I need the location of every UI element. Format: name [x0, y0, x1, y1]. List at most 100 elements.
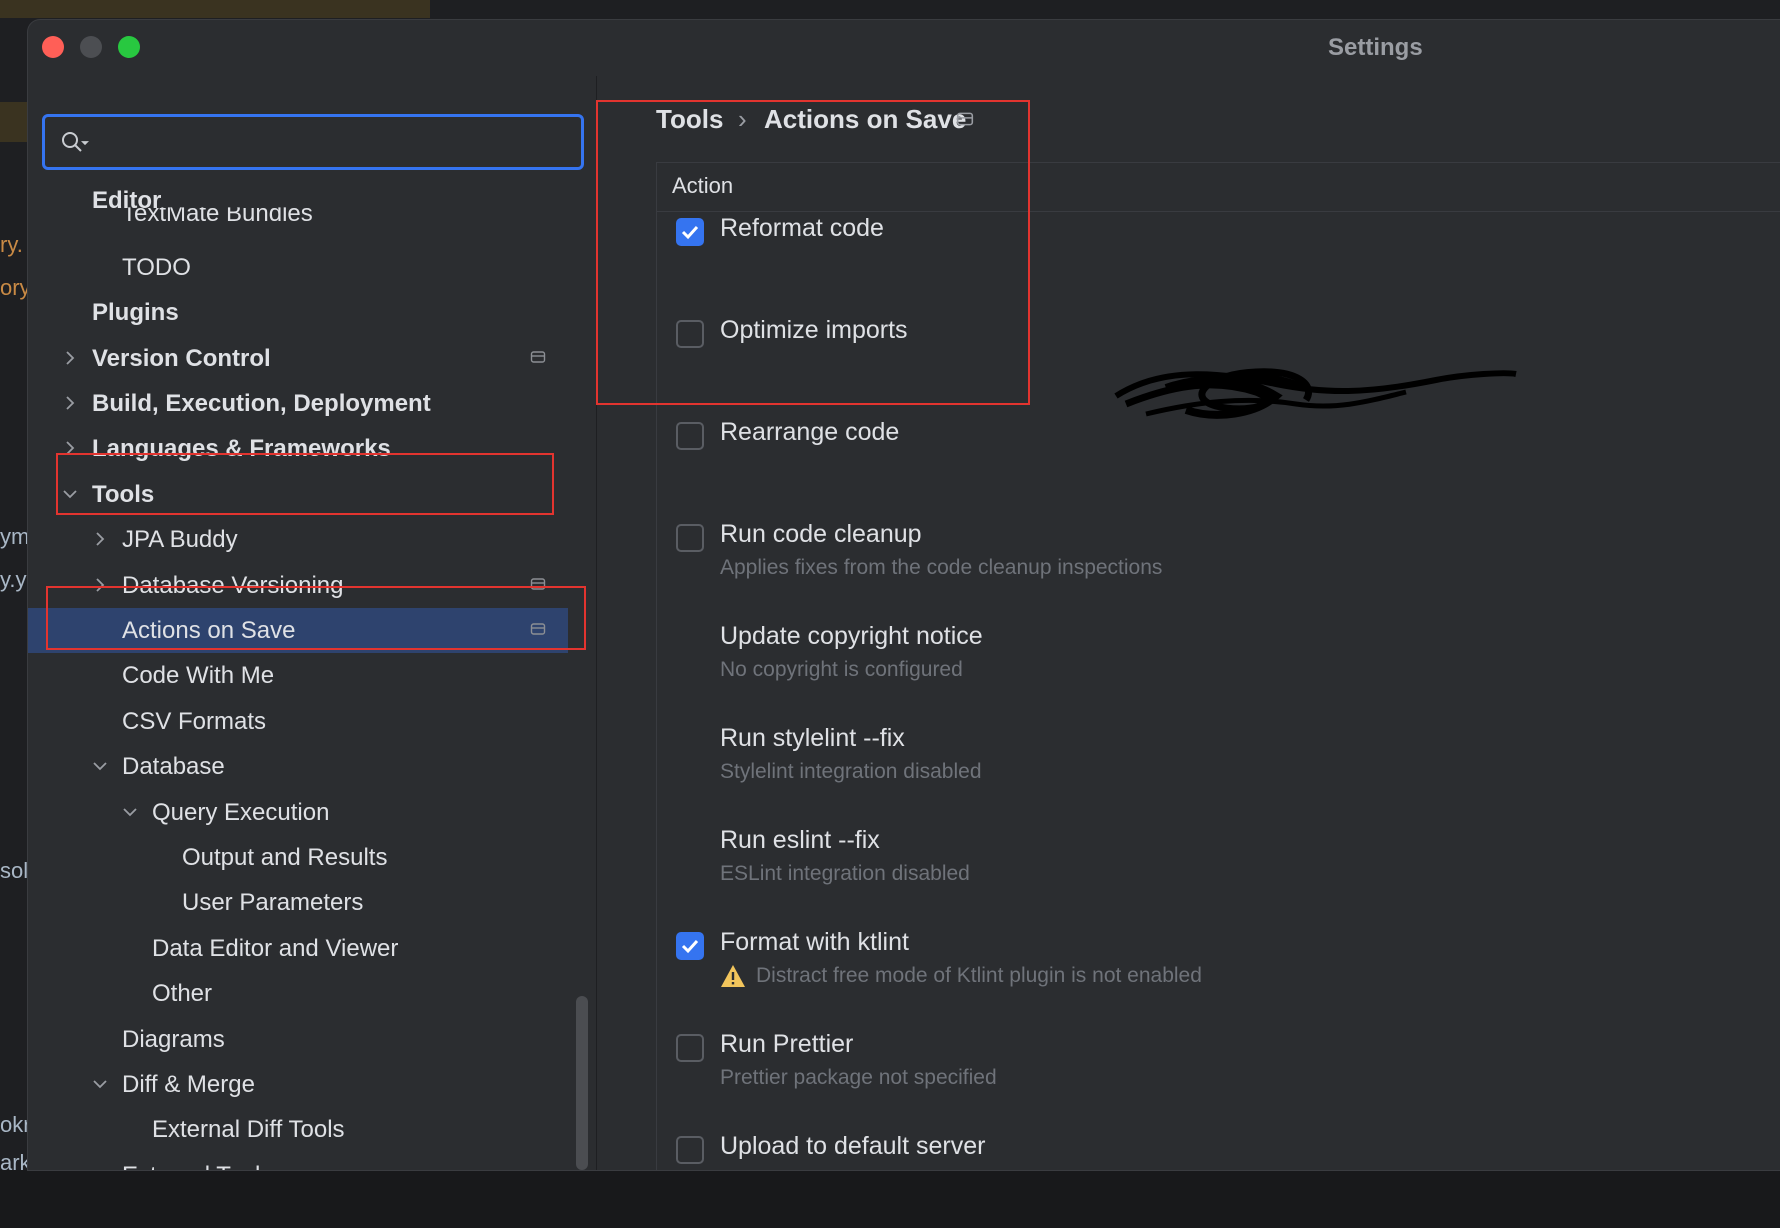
- search-options-chevron-icon[interactable]: [81, 141, 89, 146]
- tree-item-label: JPA Buddy: [122, 526, 238, 554]
- background-tab-bar: [0, 0, 1780, 22]
- tree-item-label: Actions on Save: [122, 617, 296, 644]
- background-code-fragment: ym: [0, 524, 30, 549]
- action-checkbox[interactable]: [676, 422, 704, 450]
- action-checkbox[interactable]: [676, 932, 704, 960]
- action-title[interactable]: Run eslint --fix: [720, 826, 880, 855]
- tree-item[interactable]: External Tools: [28, 1153, 568, 1170]
- action-title[interactable]: Optimize imports: [720, 316, 908, 345]
- chevron-right-icon[interactable]: [60, 348, 80, 368]
- scribble-redaction: [1114, 368, 1517, 419]
- background-code-fragment: sol: [0, 858, 29, 883]
- tree-item[interactable]: TODO: [28, 245, 568, 290]
- action-description: ESLint integration disabled: [720, 862, 970, 885]
- actions-table-header: Action: [656, 162, 1780, 212]
- action-checkbox[interactable]: [676, 218, 704, 246]
- tree-item-label: Languages & Frameworks: [92, 435, 391, 463]
- tree-item[interactable]: Code With Me: [28, 653, 568, 698]
- tree-item[interactable]: Diagrams: [28, 1017, 568, 1062]
- background-code-fragment: ry.: [0, 232, 23, 257]
- tree-item-label: External Tools: [122, 1153, 272, 1170]
- tree-item[interactable]: Query Execution: [28, 790, 568, 835]
- chevron-down-icon[interactable]: [60, 484, 80, 504]
- minimize-window-button[interactable]: [80, 36, 102, 58]
- title-bar: Settings: [28, 20, 1780, 76]
- tree-item-label: Query Execution: [152, 798, 330, 826]
- tree-item[interactable]: Other: [28, 971, 568, 1016]
- tree-item-label: Output and Results: [182, 844, 388, 871]
- table-border: [656, 162, 657, 1170]
- action-title[interactable]: Rearrange code: [720, 418, 899, 447]
- breadcrumb-parent[interactable]: Tools: [656, 104, 723, 135]
- project-level-settings-icon: [530, 350, 546, 363]
- action-description: Prettier package not specified: [720, 1066, 997, 1089]
- dialog-title: Settings: [1328, 34, 1423, 61]
- breadcrumb-separator: ›: [738, 104, 747, 134]
- tree-item[interactable]: Diff & Merge: [28, 1062, 568, 1107]
- tree-item-label: Tools: [92, 480, 155, 508]
- background-code-fragment: okr: [0, 1112, 31, 1137]
- project-settings-icon: [956, 112, 974, 126]
- checkmark-icon: [681, 939, 699, 954]
- tree-item[interactable]: Data Editor and Viewer: [28, 926, 568, 971]
- tree-item[interactable]: Actions on Save: [28, 608, 568, 653]
- chevron-right-icon[interactable]: [60, 393, 80, 413]
- action-checkbox[interactable]: [676, 1034, 704, 1062]
- action-title[interactable]: Reformat code: [720, 214, 884, 243]
- tree-item[interactable]: External Diff Tools: [28, 1107, 568, 1152]
- warning-icon: [721, 965, 745, 987]
- project-level-settings-icon: [530, 577, 546, 590]
- action-description: Distract free mode of Ktlint plugin is n…: [756, 964, 1202, 987]
- tree-item-label: Diagrams: [122, 1025, 225, 1053]
- settings-navigation: Editor TextMate Bundles TODO Plugins Version…: [28, 76, 597, 1170]
- chevron-down-icon[interactable]: [90, 1074, 110, 1094]
- tree-item-label: Version Control: [92, 344, 271, 372]
- action-title[interactable]: Run stylelint --fix: [720, 724, 905, 753]
- chevron-right-icon[interactable]: [60, 438, 80, 458]
- action-checkbox[interactable]: [676, 320, 704, 348]
- action-column-header: Action: [672, 173, 734, 198]
- chevron-right-icon[interactable]: [90, 529, 110, 549]
- tree-item[interactable]: Languages & Frameworks: [28, 426, 568, 471]
- zoom-window-button[interactable]: [118, 36, 140, 58]
- tree-item-label: TODO: [122, 253, 191, 281]
- tree-item[interactable]: JPA Buddy: [28, 517, 568, 562]
- tree-item[interactable]: Tools: [28, 472, 568, 517]
- tree-scrollbar[interactable]: [576, 996, 588, 1170]
- project-level-settings-icon: [530, 623, 546, 635]
- tree-item[interactable]: Database: [28, 744, 568, 789]
- tree-item[interactable]: User Parameters: [28, 880, 568, 925]
- tree-item[interactable]: Database Versioning: [28, 563, 568, 608]
- background-active-tab: [0, 0, 430, 18]
- tree-item-label: Build, Execution, Deployment: [92, 390, 431, 417]
- action-title[interactable]: Upload to default server: [720, 1132, 985, 1161]
- tree-item[interactable]: Build, Execution, Deployment: [28, 381, 568, 426]
- action-description: Stylelint integration disabled: [720, 760, 982, 783]
- tree-item-label: Database: [122, 753, 225, 781]
- action-checkbox[interactable]: [676, 524, 704, 552]
- search-input[interactable]: [99, 125, 563, 159]
- tree-item[interactable]: CSV Formats: [28, 699, 568, 744]
- background-editor-strip: [0, 22, 30, 1172]
- tree-item[interactable]: Plugins: [28, 290, 568, 335]
- background-code-fragment: ory: [0, 275, 31, 300]
- close-window-button[interactable]: [42, 36, 64, 58]
- tree-item-label: Other: [152, 980, 213, 1008]
- action-title[interactable]: Run code cleanup: [720, 520, 922, 549]
- search-icon[interactable]: [61, 131, 83, 153]
- action-title[interactable]: Update copyright notice: [720, 622, 983, 651]
- chevron-down-icon[interactable]: [120, 802, 140, 822]
- search-box[interactable]: [42, 114, 584, 170]
- checkmark-icon: [681, 225, 699, 240]
- tree-item[interactable]: TextMate Bundles: [28, 199, 568, 244]
- chevron-down-icon[interactable]: [90, 756, 110, 776]
- tree-item-label: Diff & Merge: [122, 1071, 255, 1098]
- action-title[interactable]: Format with ktlint: [720, 928, 909, 957]
- tree-item[interactable]: Version Control: [28, 336, 568, 381]
- chevron-right-icon[interactable]: [90, 575, 110, 595]
- action-title[interactable]: Run Prettier: [720, 1030, 853, 1059]
- tree-item[interactable]: Output and Results: [28, 835, 568, 880]
- action-checkbox[interactable]: [676, 1136, 704, 1164]
- tree-item-label: Plugins: [92, 299, 179, 327]
- background-code-fragment: y.y: [0, 567, 27, 592]
